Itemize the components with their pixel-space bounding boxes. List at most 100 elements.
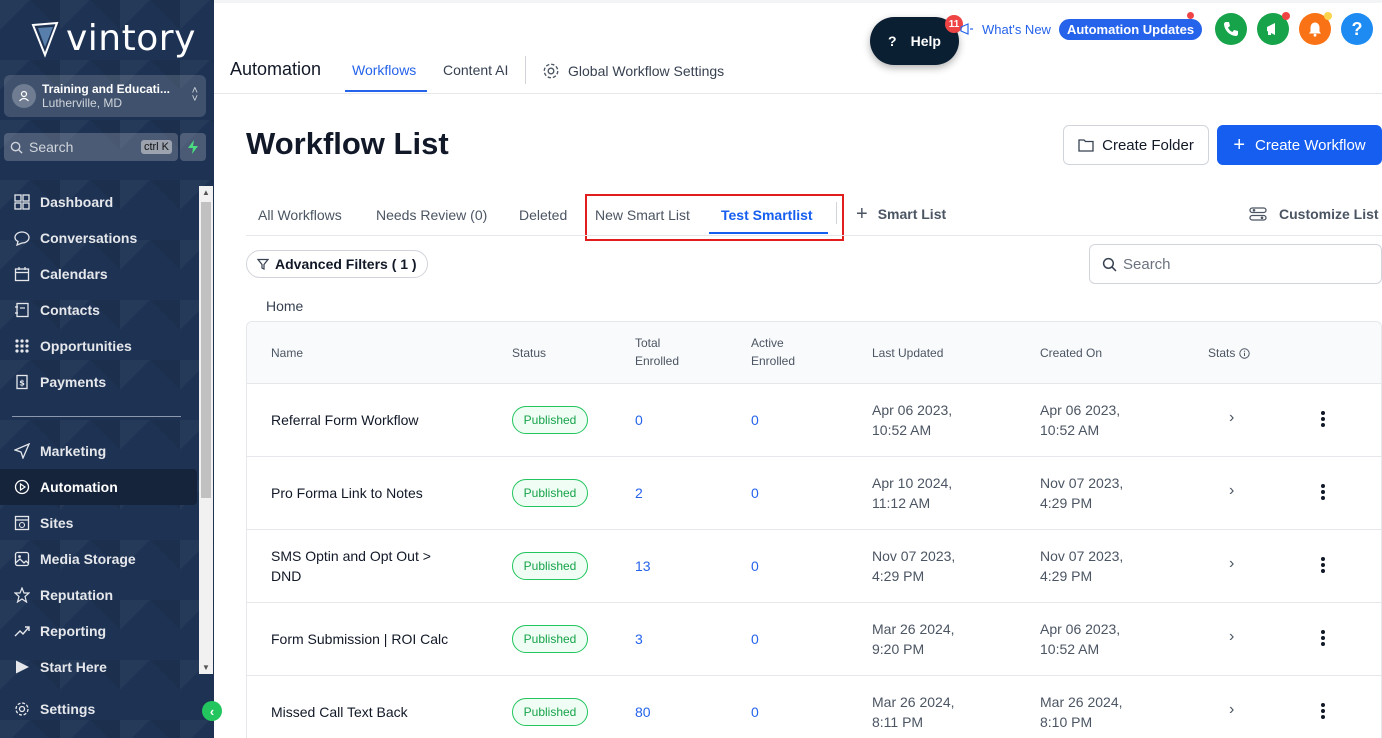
announcements-button[interactable] [1257,12,1290,45]
chevron-right-icon[interactable]: › [1229,409,1234,427]
active-enrolled-link[interactable]: 0 [751,410,759,430]
workflow-search-input[interactable]: Search [1089,244,1382,284]
sidebar-item-label: Payments [40,374,107,390]
time-line: 4:29 PM [1040,568,1093,584]
table-row[interactable]: Referral Form Workflow Published 0 0 Apr… [247,384,1381,457]
more-options-icon[interactable] [1321,703,1325,721]
workflow-name-link[interactable]: Missed Call Text Back [271,702,481,722]
bell-icon [1309,22,1321,37]
sidebar-item-payments[interactable]: $ Payments [0,364,197,400]
workflow-name-link[interactable]: Referral Form Workflow [271,410,481,430]
more-options-icon[interactable] [1321,630,1325,648]
more-options-icon[interactable] [1321,411,1325,429]
sidebar-item-opportunities[interactable]: Opportunities [0,328,197,364]
whats-new-link[interactable]: What's New [982,22,1051,37]
workflow-name-line: SMS Optin and Opt Out > [271,548,431,564]
status-badge: Published [512,625,588,653]
customize-list-button[interactable]: Customize List [1249,206,1379,222]
whats-new-bar[interactable]: What's New Automation Updates [960,17,1203,41]
breadcrumb[interactable]: Home [266,298,303,314]
column-header-total-enrolled[interactable]: Total Enrolled [635,334,679,370]
sidebar-item-marketing[interactable]: Marketing [0,433,197,469]
table-row[interactable]: Form Submission | ROI Calc Published 3 0… [247,603,1381,676]
column-header-created-on[interactable]: Created On [1040,344,1102,362]
tab-all-workflows[interactable]: All Workflows [258,207,342,223]
plus-icon: + [856,203,868,225]
time-line: 10:52 AM [872,422,932,438]
total-enrolled-link[interactable]: 3 [635,629,643,649]
workflow-name-link[interactable]: SMS Optin and Opt Out > DND [271,546,481,586]
date-line: Nov 07 2023, [1040,548,1124,564]
brand-logo[interactable]: vintory [30,18,196,59]
sidebar-item-automation[interactable]: Automation [0,469,197,505]
active-enrolled-link[interactable]: 0 [751,702,759,722]
info-icon[interactable] [1239,347,1251,359]
sidebar-item-sites[interactable]: Sites [0,505,197,541]
scroll-up-icon[interactable]: ▲ [202,188,210,197]
active-enrolled-link[interactable]: 0 [751,556,759,576]
global-workflow-settings-link[interactable]: Global Workflow Settings [542,62,724,80]
phone-button[interactable] [1215,13,1247,45]
sidebar-item-conversations[interactable]: Conversations [0,220,197,256]
search-icon [1102,257,1117,271]
tab-deleted[interactable]: Deleted [519,207,567,223]
time-line: 9:20 PM [872,641,925,657]
chevron-right-icon[interactable]: › [1229,482,1234,500]
chevron-right-icon[interactable]: › [1229,555,1234,573]
create-workflow-button[interactable]: + Create Workflow [1217,125,1382,165]
automation-updates-button[interactable]: Automation Updates [1058,18,1203,40]
add-smart-list-button[interactable]: + Smart List [856,203,946,225]
workflow-name-link[interactable]: Pro Forma Link to Notes [271,483,481,503]
quick-action-button[interactable] [180,133,206,161]
active-enrolled-link[interactable]: 0 [751,629,759,649]
column-header-status[interactable]: Status [512,344,546,362]
created-on-cell: Mar 26 2024, 8:10 PM [1040,692,1123,732]
svg-text:$: $ [19,379,25,388]
sidebar-item-dashboard[interactable]: Dashboard [0,184,197,220]
header-line: Enrolled [635,354,680,368]
sidebar-item-media-storage[interactable]: Media Storage [0,541,197,577]
tab-workflows[interactable]: Workflows [352,62,416,78]
chevron-right-icon[interactable]: › [1229,628,1234,646]
create-folder-button[interactable]: Create Folder [1063,125,1209,165]
sidebar-item-contacts[interactable]: Contacts [0,292,197,328]
account-switcher[interactable]: Training and Educati... Lutherville, MD … [4,75,206,117]
table-row[interactable]: Pro Forma Link to Notes Published 2 0 Ap… [247,457,1381,530]
column-header-name[interactable]: Name [271,344,303,362]
total-enrolled-link[interactable]: 2 [635,483,643,503]
tab-content-ai[interactable]: Content AI [443,62,508,78]
chevron-right-icon[interactable]: › [1229,701,1234,719]
total-enrolled-link[interactable]: 13 [635,556,651,576]
more-options-icon[interactable] [1321,484,1325,502]
sidebar-item-reputation[interactable]: Reputation [0,577,197,613]
sidebar-item-label: Reporting [40,623,107,639]
column-header-active-enrolled[interactable]: Active Enrolled [751,334,795,370]
table-row[interactable]: SMS Optin and Opt Out > DND Published 13… [247,530,1381,603]
sidebar-item-settings[interactable]: Settings [0,691,197,727]
status-badge: Published [512,552,588,580]
total-enrolled-link[interactable]: 80 [635,702,651,722]
chevron-updown-icon: ˄ ˅ [191,85,198,105]
support-button[interactable]: ? [1341,13,1373,45]
workflow-name-link[interactable]: Form Submission | ROI Calc [271,629,481,649]
scroll-thumb[interactable] [201,202,211,498]
megaphone-icon [1267,23,1275,35]
notifications-button[interactable] [1299,12,1332,45]
sidebar-item-reporting[interactable]: Reporting [0,613,197,649]
time-line: 10:52 AM [1040,641,1100,657]
sidebar-search[interactable]: Search ctrl K [4,133,178,161]
table-row[interactable]: Missed Call Text Back Published 80 0 Mar… [247,676,1381,738]
sidebar-item-start-here[interactable]: Start Here [0,649,197,685]
tab-needs-review[interactable]: Needs Review (0) [376,207,487,223]
tabs-divider [836,202,837,224]
column-header-stats[interactable]: Stats [1208,344,1251,362]
more-options-icon[interactable] [1321,557,1325,575]
sidebar-item-calendars[interactable]: Calendars [0,256,197,292]
total-enrolled-link[interactable]: 0 [635,410,643,430]
scroll-down-icon[interactable]: ▼ [202,663,210,672]
advanced-filters-button[interactable]: Advanced Filters ( 1 ) [246,250,428,278]
column-header-last-updated[interactable]: Last Updated [872,344,943,362]
active-enrolled-link[interactable]: 0 [751,483,759,503]
sidebar-scrollbar[interactable]: ▲ ▼ [199,186,213,674]
chat-icon [12,228,32,248]
